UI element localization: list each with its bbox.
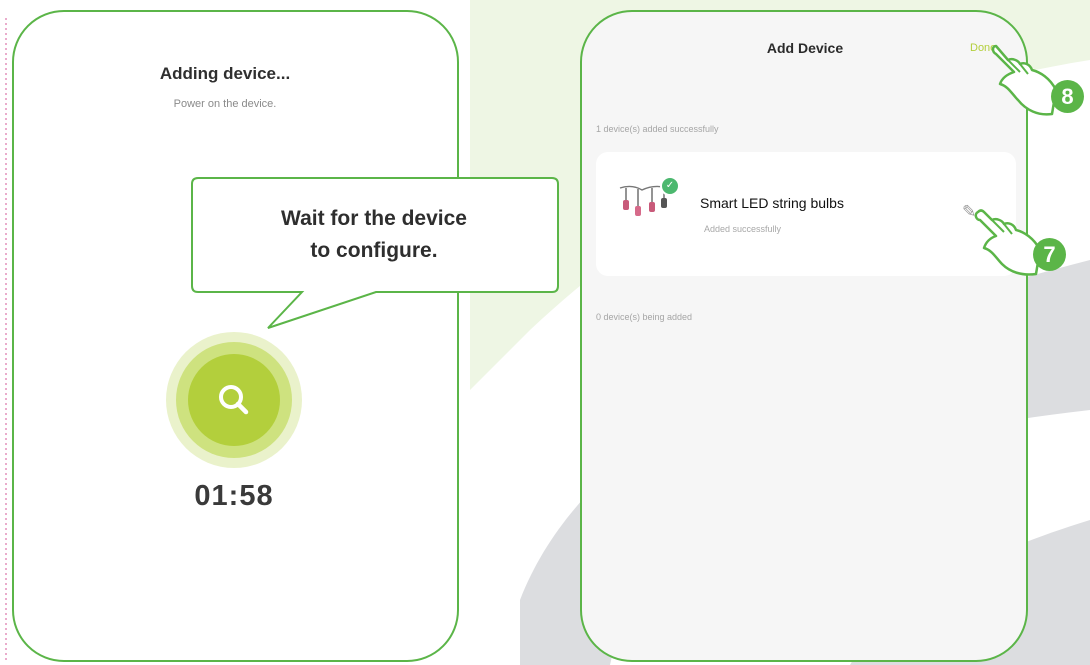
countdown-timer: 01:58 [194, 480, 274, 512]
device-name-field[interactable]: Smart LED string bulbs [693, 190, 929, 218]
pointing-hand-icon [991, 44, 1058, 116]
check-icon: ✓ [660, 176, 680, 196]
pending-section-label: 0 device(s) being added [596, 312, 693, 322]
callout-line-2: to configure. [310, 239, 438, 262]
page-title: Add Device [766, 40, 844, 56]
step-8-badge: 8 [1051, 80, 1084, 113]
added-section-label: 1 device(s) added successfully [596, 124, 719, 134]
page-subtitle: Power on the device. [173, 98, 277, 110]
page-title: Adding device... [159, 64, 291, 83]
device-status: Added successfully [704, 224, 782, 234]
pointing-hand-icon [974, 209, 1042, 276]
add-device-result-screen: Add Device Done 1 device(s) added succes… [580, 10, 1028, 662]
step-7-badge: 7 [1033, 238, 1066, 271]
search-icon [166, 332, 302, 468]
callout-line-1: Wait for the device [281, 207, 467, 230]
device-card[interactable]: ✓ Smart LED string bulbs Added successfu… [596, 152, 1016, 276]
adding-device-screen: Adding device... Power on the device. 01… [12, 10, 459, 662]
device-name: Smart LED string bulbs [700, 195, 844, 211]
callout-text: Wait for the device to configure. [193, 203, 555, 267]
